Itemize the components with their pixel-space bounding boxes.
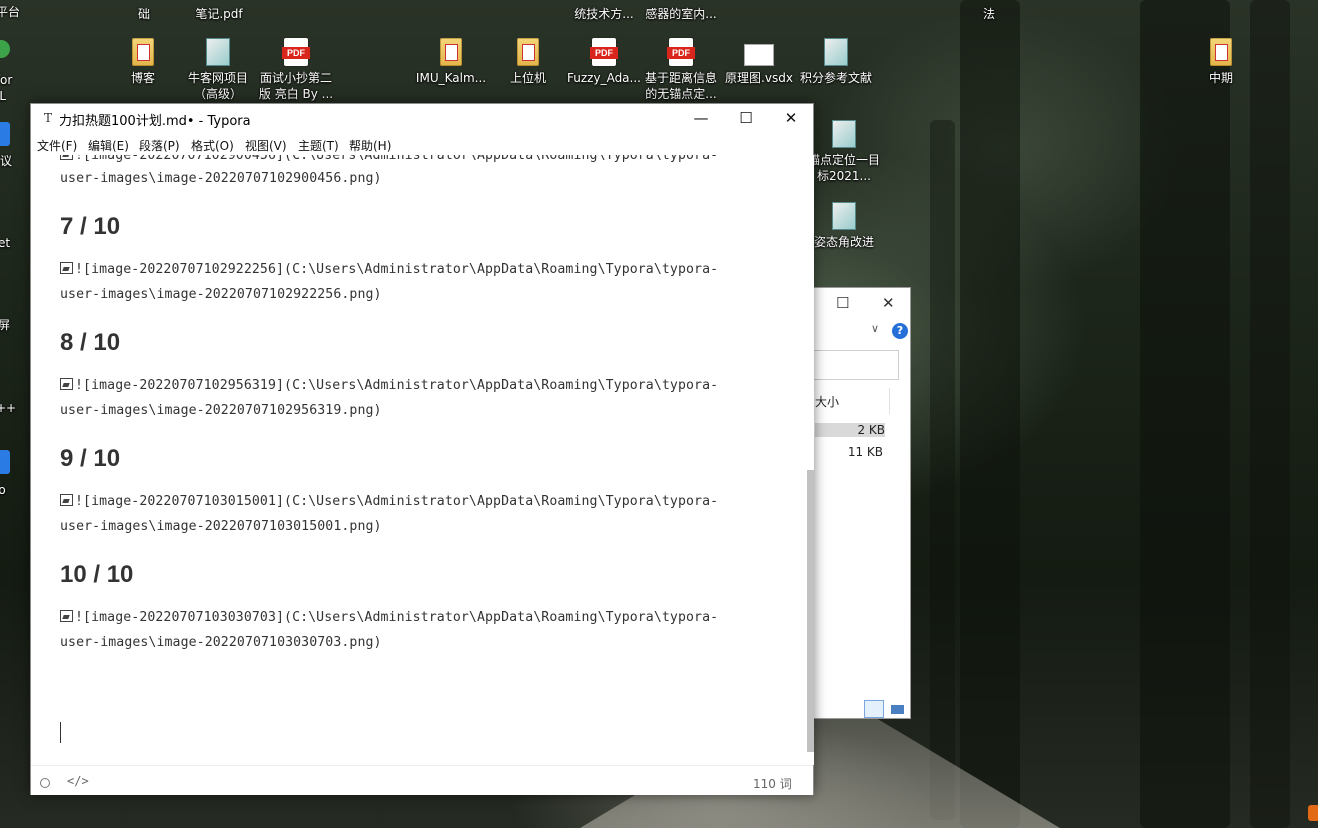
maximize-icon[interactable]: ☐ <box>836 294 849 312</box>
close-button[interactable]: ✕ <box>768 104 814 133</box>
scrollbar-thumb[interactable] <box>807 470 814 752</box>
status-bar: </> 110 词 <box>31 765 813 795</box>
chevron-down-icon[interactable]: ∨ <box>871 322 879 335</box>
close-icon[interactable]: ✕ <box>882 294 895 312</box>
image-markdown-line[interactable]: ![image-20220707103030703](C:\Users\Admi… <box>60 610 718 625</box>
help-icon[interactable]: ? <box>892 323 908 339</box>
file-size[interactable]: 11 KB <box>813 445 883 459</box>
menu-file[interactable]: 文件(F) <box>37 137 77 154</box>
desktop-icon-interview-pdf[interactable]: 面试小抄第二版 亮白 By ... <box>258 38 334 102</box>
desktop-icon-partial[interactable]: 础 <box>106 6 182 22</box>
desktop-icon-blog[interactable]: 博客 <box>105 38 181 86</box>
menu-help[interactable]: 帮助(H) <box>349 137 391 154</box>
desktop-icon-partial[interactable]: 平台 <box>0 4 46 20</box>
desktop-icon-partial[interactable]: 统技术方... <box>566 6 642 22</box>
image-markdown-line[interactable]: ![image-20220707103015001](C:\Users\Admi… <box>60 494 718 509</box>
tray-app-icon[interactable] <box>1308 805 1318 821</box>
broken-image-icon <box>60 494 73 506</box>
vsdx-icon <box>744 44 774 66</box>
app-shortcut-icon <box>0 450 10 474</box>
broken-image-icon <box>60 610 73 622</box>
folder-icon <box>1210 38 1232 66</box>
section-heading[interactable]: 10 / 10 <box>60 561 133 589</box>
broken-image-icon <box>60 378 73 390</box>
desktop-icon-anchor-pdf[interactable]: 基于距离信息的无锚点定... <box>643 38 719 102</box>
desktop-icon-anchor-target[interactable]: 锚点定位一目标2021... <box>806 120 882 184</box>
desktop-icon-partial[interactable]: 笔记.pdf <box>181 6 257 22</box>
section-heading[interactable]: 7 / 10 <box>60 213 120 241</box>
menu-theme[interactable]: 主题(T) <box>298 137 339 154</box>
folder-icon <box>132 38 154 66</box>
text-cursor <box>60 722 61 743</box>
desktop-icon-schematic-vsdx[interactable]: 原理图.vsdx <box>721 38 797 86</box>
desktop-icon-midterm[interactable]: 中期 <box>1183 38 1259 86</box>
column-header-size[interactable]: 大小 <box>815 393 839 410</box>
folder-icon <box>824 38 848 66</box>
desktop-icon-partial[interactable]: 法 <box>951 6 1027 22</box>
folder-icon <box>517 38 539 66</box>
desktop-icon-partial[interactable]: 感器的室内... <box>643 6 719 22</box>
word-count[interactable]: 110 词 <box>753 775 792 792</box>
desktop-icon-niuke[interactable]: 牛客网项目（高级） <box>180 38 256 102</box>
desktop-icon-fuzzy-pdf[interactable]: Fuzzy_Ada... <box>566 38 642 86</box>
source-code-toggle[interactable]: </> <box>67 774 89 788</box>
desktop-icon-references[interactable]: 积分参考文献 <box>798 38 874 86</box>
image-markdown-line[interactable]: ![image-20220707102922256](C:\Users\Admi… <box>60 262 718 277</box>
section-heading[interactable]: 9 / 10 <box>60 445 120 473</box>
file-size[interactable]: 2 KB <box>815 423 885 437</box>
column-divider[interactable] <box>889 388 890 414</box>
broken-image-icon <box>60 262 73 274</box>
archive-icon <box>832 202 856 230</box>
menu-edit[interactable]: 编辑(E) <box>88 137 129 154</box>
window-titlebar[interactable]: T 力扣热题100计划.md• - Typora — ☐ ✕ <box>31 104 813 133</box>
image-markdown-line[interactable]: user-images\image-20220707103030703.png) <box>60 635 382 650</box>
menu-view[interactable]: 视图(V) <box>245 137 287 154</box>
menu-bar: 文件(F) 编辑(E) 段落(P) 格式(O) 视图(V) 主题(T) 帮助(H… <box>31 133 813 155</box>
minimize-button[interactable]: — <box>678 104 724 133</box>
desktop-icon-imu[interactable]: IMU_Kalm... <box>413 38 489 86</box>
image-markdown-line[interactable]: user-images\image-20220707102922256.png) <box>60 287 382 302</box>
image-markdown-line[interactable]: user-images\image-20220707102956319.png) <box>60 403 382 418</box>
pdf-icon <box>667 38 695 66</box>
typora-app-icon: T <box>43 111 52 125</box>
app-shortcut-icon <box>0 122 10 146</box>
archive-icon <box>832 120 856 148</box>
folder-icon <box>440 38 462 66</box>
pdf-icon <box>282 38 310 66</box>
desktop-icon-partial[interactable]: QL <box>0 88 36 104</box>
desktop-icon-host[interactable]: 上位机 <box>490 38 566 86</box>
window-title: 力扣热题100计划.md• - Typora <box>59 114 251 129</box>
section-heading[interactable]: 8 / 10 <box>60 329 120 357</box>
editor-area[interactable]: ![image-20220707102900456](C:\Users\Admi… <box>31 155 806 765</box>
menu-format[interactable]: 格式(O) <box>191 137 234 154</box>
broken-image-icon <box>60 155 73 160</box>
menu-paragraph[interactable]: 段落(P) <box>139 137 180 154</box>
typora-window[interactable]: T 力扣热题100计划.md• - Typora — ☐ ✕ 文件(F) 编辑(… <box>30 103 814 795</box>
image-markdown-line[interactable]: ![image-20220707102956319](C:\Users\Admi… <box>60 378 718 393</box>
thumbnail-view-icon[interactable] <box>887 700 907 718</box>
pdf-icon <box>590 38 618 66</box>
details-view-icon[interactable] <box>864 700 884 718</box>
desktop-icon-attitude[interactable]: 姿态角改进 <box>806 202 882 250</box>
shortcut-icon <box>206 38 230 66</box>
desktop-icon-partial[interactable]: for <box>0 72 42 88</box>
outline-toggle-icon[interactable] <box>40 778 50 788</box>
image-markdown-line[interactable]: user-images\image-20220707102900456.png) <box>60 171 382 186</box>
image-markdown-line[interactable]: ![image-20220707102900456](C:\Users\Admi… <box>60 155 718 163</box>
image-markdown-line[interactable]: user-images\image-20220707103015001.png) <box>60 519 382 534</box>
maximize-button[interactable]: ☐ <box>723 104 769 133</box>
